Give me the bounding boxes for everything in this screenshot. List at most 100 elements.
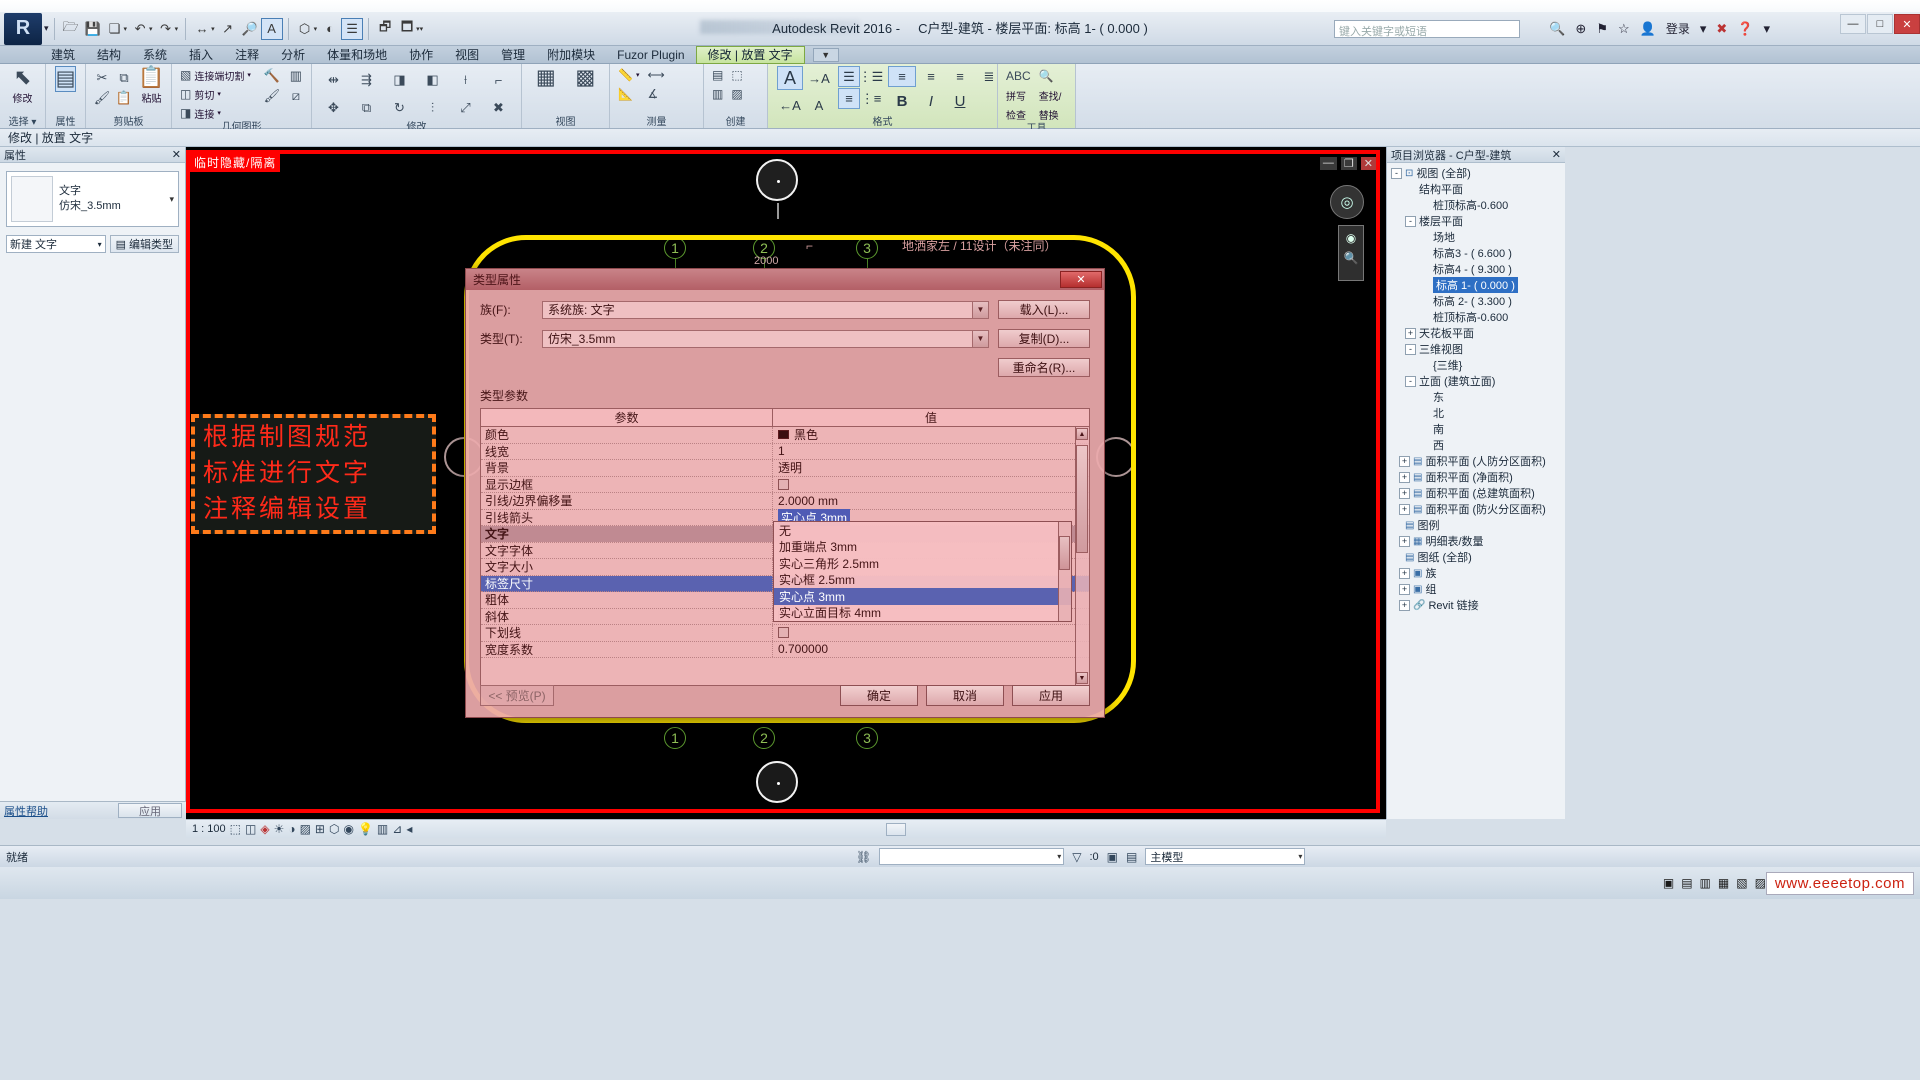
view-caret-icon[interactable]: ▾ bbox=[314, 25, 318, 33]
parameters-table[interactable]: 参数 值 颜色 黑色 线宽 1 背景 透明 显示边框 引线/边界偏移量 2.00… bbox=[480, 408, 1090, 686]
show-hidden-button[interactable]: ▩ bbox=[567, 66, 605, 90]
param-value-background[interactable]: 透明 bbox=[773, 460, 1089, 476]
tree-node-level-3[interactable]: 标高3 - ( 6.600 ) bbox=[1391, 245, 1565, 261]
expand-icon[interactable]: - bbox=[1405, 375, 1416, 387]
properties-button[interactable]: ▤ bbox=[51, 66, 80, 92]
signin-caret-icon[interactable]: ▾ bbox=[1700, 21, 1707, 37]
type-properties-dialog[interactable]: 类型属性 ✕ 族(F): 系统族: 文字 ▼ 载入(L)... 类型(T): 仿… bbox=[465, 268, 1105, 718]
spelling-button[interactable]: ABC bbox=[1003, 67, 1034, 85]
search-input[interactable]: 键入关键字或短语 bbox=[1334, 20, 1520, 38]
analytical-model-icon[interactable]: ▥ bbox=[377, 822, 388, 836]
tree-node-level-2[interactable]: 标高 2- ( 3.300 ) bbox=[1391, 293, 1565, 309]
tree-node-pile-top-level-2[interactable]: 桩顶标高-0.600 bbox=[1391, 309, 1565, 325]
grid-bubble-top-3[interactable]: 3 bbox=[856, 237, 878, 259]
check-label-row[interactable]: 检查 bbox=[1003, 105, 1034, 123]
exchange-apps-icon[interactable]: ✖ bbox=[1716, 21, 1727, 37]
modify-button[interactable]: ⬉ 修改 bbox=[5, 66, 40, 105]
qat-overflow-icon[interactable]: ▾ bbox=[420, 25, 424, 33]
render-icon[interactable]: ▨ bbox=[300, 822, 311, 836]
tree-node-level-4[interactable]: 标高4 - ( 9.300 ) bbox=[1391, 261, 1565, 277]
default-3d-view-icon[interactable]: ⬡ bbox=[294, 18, 316, 40]
join-geometry-button[interactable]: ◨ 连接 ▾ bbox=[177, 104, 254, 122]
expand-icon[interactable]: + bbox=[1399, 583, 1410, 595]
footer-icon-3[interactable]: ▥ bbox=[1700, 876, 1711, 890]
paint-icon[interactable]: 🖌 bbox=[260, 86, 284, 106]
tree-node-area-plan-gross[interactable]: + ▤ 面积平面 (总建筑面积) bbox=[1391, 485, 1565, 501]
maximize-button[interactable]: □ bbox=[1867, 14, 1893, 34]
tree-node-area-plan-shelter[interactable]: + ▤ 面积平面 (人防分区面积) bbox=[1391, 453, 1565, 469]
tree-node-schedules[interactable]: + ▦ 明细表/数量 bbox=[1391, 533, 1565, 549]
signin-icon[interactable]: 👤 bbox=[1640, 21, 1656, 37]
measure-caret-icon[interactable]: ▾ bbox=[211, 25, 215, 33]
param-value-underline[interactable] bbox=[773, 625, 1089, 641]
expand-icon[interactable]: - bbox=[1405, 215, 1416, 227]
join-geometry-caret-icon[interactable]: ▾ bbox=[217, 109, 221, 117]
status-model-combo[interactable]: 主模型 ▾ bbox=[1145, 848, 1306, 865]
expand-icon[interactable]: - bbox=[1391, 167, 1402, 179]
signin-label[interactable]: 登录 bbox=[1666, 20, 1690, 37]
angular-dim-button[interactable]: ∡ bbox=[644, 85, 667, 103]
detail-level-icon[interactable]: ◫ bbox=[245, 822, 256, 836]
tab-architecture[interactable]: 建筑 bbox=[40, 46, 86, 64]
array-icon[interactable]: ⫶ bbox=[416, 94, 449, 122]
tree-node-revit-links[interactable]: + 🔗 Revit 链接 bbox=[1391, 597, 1565, 613]
join-end-cut-button[interactable]: ▧ 连接端切割 ▾ bbox=[177, 66, 254, 84]
split-icon[interactable]: ⟊ bbox=[449, 66, 482, 94]
paste-small-icon[interactable]: 📋 bbox=[113, 88, 135, 108]
expand-icon[interactable]: + bbox=[1399, 599, 1410, 611]
table-row[interactable]: 宽度系数 0.700000 bbox=[481, 641, 1089, 658]
grid-bubble-bottom-3[interactable]: 3 bbox=[856, 727, 878, 749]
view-scale-label[interactable]: 1 : 100 bbox=[192, 823, 226, 835]
view-button[interactable]: ▦ bbox=[527, 66, 565, 90]
ribbon-contextual-close-icon[interactable]: ▼ bbox=[812, 47, 839, 62]
cut-icon[interactable]: ✂ bbox=[91, 68, 113, 88]
status-press-drag-icon[interactable]: ⛓ bbox=[856, 850, 871, 864]
edit-type-button[interactable]: ▤ 编辑类型 bbox=[109, 235, 179, 253]
minimize-button[interactable]: — bbox=[1840, 14, 1866, 34]
preview-button[interactable]: << 预览(P) bbox=[480, 684, 554, 706]
zoom-tools-icon[interactable]: 🔍 bbox=[1344, 251, 1359, 265]
load-button[interactable]: 载入(L)... bbox=[998, 300, 1090, 319]
increase-size-arrow-icon[interactable]: →A bbox=[806, 68, 832, 89]
expand-icon[interactable]: + bbox=[1399, 567, 1410, 579]
expand-icon[interactable]: - bbox=[1405, 343, 1416, 355]
status-filter-caret-icon[interactable]: ▾ bbox=[1057, 852, 1061, 861]
grid-bubble-bottom-1[interactable]: 1 bbox=[664, 727, 686, 749]
expand-icon[interactable]: + bbox=[1399, 535, 1410, 547]
tree-node-views[interactable]: - ⊡ 视图 (全部) bbox=[1391, 165, 1565, 181]
expand-icon[interactable]: + bbox=[1399, 455, 1410, 467]
worksets-icon[interactable]: ▤ bbox=[1126, 850, 1137, 864]
save-icon[interactable]: 💾 bbox=[82, 18, 104, 40]
tab-fuzor-plugin[interactable]: Fuzor Plugin bbox=[606, 46, 695, 64]
worksharing-display-icon[interactable]: ⊿ bbox=[392, 822, 402, 836]
undo-icon[interactable]: ↶ bbox=[129, 18, 151, 40]
tab-systems[interactable]: 系统 bbox=[132, 46, 178, 64]
canvas-hscroll-thumb[interactable] bbox=[886, 823, 906, 836]
table-scroll-thumb[interactable] bbox=[1076, 445, 1088, 553]
dropdown-option-heavy-end[interactable]: 加重端点 3mm bbox=[774, 539, 1071, 556]
reveal-hidden-elements-icon[interactable]: 💡 bbox=[358, 822, 373, 836]
tab-addins[interactable]: 附加模块 bbox=[536, 46, 606, 64]
decrease-size-arrow-icon[interactable]: A bbox=[806, 95, 832, 116]
application-menu-caret-icon[interactable]: ▾ bbox=[44, 23, 49, 34]
param-value-width-factor[interactable]: 0.700000 bbox=[773, 642, 1089, 658]
save-as-caret-icon[interactable]: ▾ bbox=[124, 25, 128, 33]
view-restore-button[interactable]: ❐ bbox=[1340, 157, 1357, 170]
grid-bubble-top-1[interactable]: 1 bbox=[664, 237, 686, 259]
tab-annotate[interactable]: 注释 bbox=[224, 46, 270, 64]
grid-bubble-bottom-2[interactable]: 2 bbox=[753, 727, 775, 749]
expand-icon[interactable]: + bbox=[1399, 503, 1410, 515]
tab-collaborate[interactable]: 协作 bbox=[398, 46, 444, 64]
footer-icon-2[interactable]: ▤ bbox=[1681, 876, 1692, 890]
tab-modify-place-text[interactable]: 修改 | 放置 文字 bbox=[695, 45, 805, 64]
infocenter-search-icon[interactable]: 🔍 bbox=[1549, 21, 1565, 37]
param-value-leader-offset[interactable]: 2.0000 mm bbox=[773, 493, 1089, 509]
param-value-color[interactable]: 黑色 bbox=[773, 427, 1089, 443]
tree-node-structural-plans[interactable]: 结构平面 bbox=[1391, 181, 1565, 197]
delete-icon[interactable]: ✖ bbox=[482, 94, 515, 122]
alpha-list-icon[interactable]: ⋮≡ bbox=[860, 88, 882, 109]
crop-view-icon[interactable]: ⊞ bbox=[315, 822, 325, 836]
copy-modify-icon[interactable]: ⧉ bbox=[350, 94, 383, 122]
type-combo-caret-icon[interactable]: ▼ bbox=[972, 330, 988, 347]
dialog-close-button[interactable]: ✕ bbox=[1060, 271, 1102, 288]
